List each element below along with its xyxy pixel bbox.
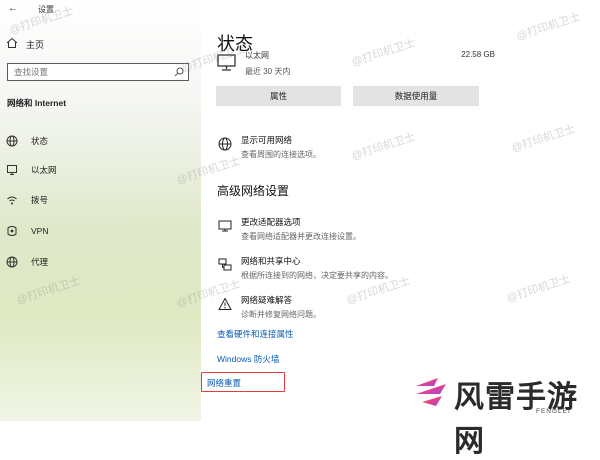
sidebar-item-label: 拨号 xyxy=(31,195,49,205)
link-title: 网络和共享中心 xyxy=(241,256,301,266)
link-description: 查看网络适配器并更改连接设置。 xyxy=(241,232,361,241)
home-icon xyxy=(6,37,18,51)
search-icon[interactable] xyxy=(170,67,188,77)
view-hardware-properties-link[interactable]: 查看硬件和连接属性 xyxy=(217,328,294,340)
brand-logo-icon xyxy=(416,378,446,406)
main-panel: 状态 以太网 最近 30 天内 22.58 GB 属性 数据使用量 显示可用网络… xyxy=(201,0,600,421)
status-globe-icon xyxy=(5,134,19,148)
link-title: 更改适配器选项 xyxy=(241,217,301,227)
sidebar: ← 设置 主页 查找设置 网络和 Internet 状态 以太网 拨号 VPN … xyxy=(0,0,201,421)
network-troubleshooter-link[interactable]: 网络疑难解答 诊断并修复网络问题。 xyxy=(217,294,321,320)
dialup-icon xyxy=(5,193,19,207)
link-title: 网络疑难解答 xyxy=(241,295,293,305)
ethernet-subtitle: 最近 30 天内 xyxy=(245,67,291,76)
sidebar-item-ethernet[interactable]: 以太网 xyxy=(5,163,57,177)
ethernet-name: 以太网 xyxy=(245,51,269,60)
search-input[interactable]: 查找设置 xyxy=(7,63,189,81)
back-arrow-icon[interactable]: ← xyxy=(8,3,18,14)
proxy-globe-icon xyxy=(5,255,19,269)
brand-name: 风雷手游网 xyxy=(454,381,578,458)
section-title: 网络和 Internet xyxy=(7,98,67,108)
vpn-icon xyxy=(5,224,19,238)
app-title: 设置 xyxy=(38,5,54,14)
link-description: 查看周围的连接选项。 xyxy=(241,150,321,159)
sharing-center-icon xyxy=(217,257,233,273)
warning-triangle-icon xyxy=(217,296,233,312)
sidebar-item-vpn[interactable]: VPN xyxy=(5,224,48,238)
brand-logo: 风雷手游网 FENGLEI xyxy=(408,368,600,458)
sidebar-item-label: 以太网 xyxy=(31,165,57,175)
adapter-monitor-icon xyxy=(217,218,233,234)
data-usage-button[interactable]: 数据使用量 xyxy=(353,86,479,106)
ethernet-summary: 以太网 最近 30 天内 22.58 GB xyxy=(217,50,495,78)
sidebar-item-home[interactable]: 主页 xyxy=(6,37,44,51)
sidebar-item-label: VPN xyxy=(31,226,49,236)
sidebar-item-dialup[interactable]: 拨号 xyxy=(5,193,48,207)
globe-network-icon xyxy=(217,136,233,152)
advanced-settings-heading: 高级网络设置 xyxy=(217,184,290,198)
ethernet-data-size: 22.58 GB xyxy=(461,50,495,59)
windows-firewall-link[interactable]: Windows 防火墙 xyxy=(217,353,279,365)
sidebar-item-proxy[interactable]: 代理 xyxy=(5,255,48,269)
ethernet-monitor-icon xyxy=(217,54,237,74)
change-adapter-options-link[interactable]: 更改适配器选项 查看网络适配器并更改连接设置。 xyxy=(217,216,361,242)
link-description: 诊断并修复网络问题。 xyxy=(241,310,321,319)
sidebar-item-label: 主页 xyxy=(26,39,45,50)
link-description: 根据所连接到的网络，决定要共享的内容。 xyxy=(241,271,393,280)
link-title: 显示可用网络 xyxy=(241,135,293,145)
sidebar-item-status[interactable]: 状态 xyxy=(5,134,48,148)
sidebar-item-label: 状态 xyxy=(31,136,49,146)
network-sharing-center-link[interactable]: 网络和共享中心 根据所连接到的网络，决定要共享的内容。 xyxy=(217,255,393,281)
sidebar-item-label: 代理 xyxy=(31,257,49,267)
search-placeholder: 查找设置 xyxy=(14,67,49,77)
ethernet-icon xyxy=(5,163,19,177)
show-networks-link[interactable]: 显示可用网络 查看周围的连接选项。 xyxy=(217,134,321,160)
brand-subtitle: FENGLEI xyxy=(536,408,571,415)
highlight-box xyxy=(201,372,285,392)
properties-button[interactable]: 属性 xyxy=(216,86,341,106)
